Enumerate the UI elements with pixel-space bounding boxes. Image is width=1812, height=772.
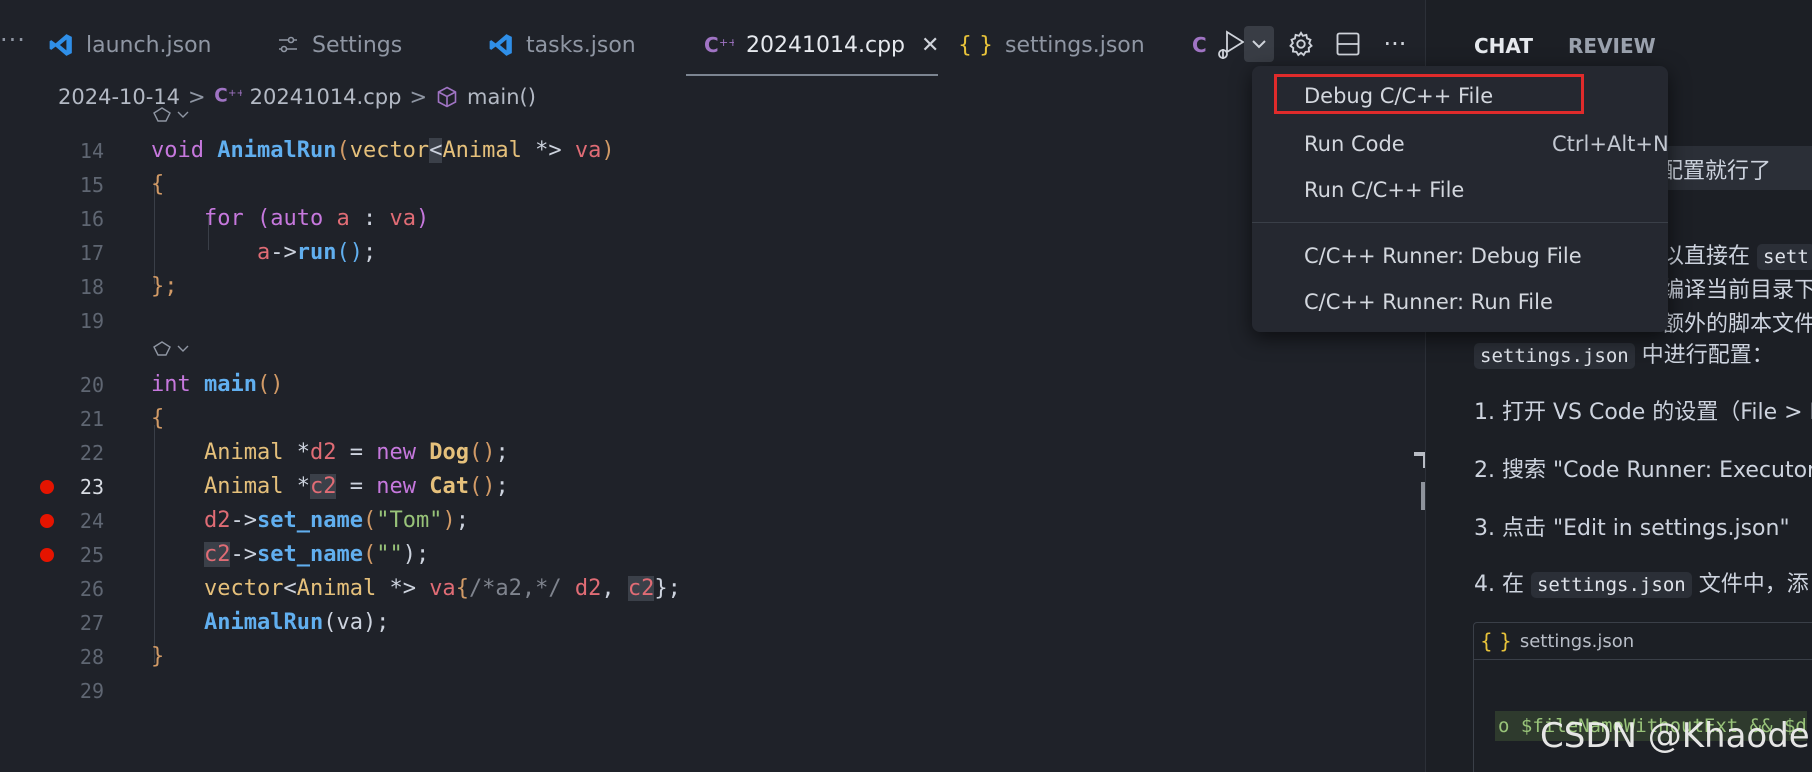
code-line: 20 int main() [0, 368, 1425, 402]
more-actions-icon[interactable]: ··· [1378, 24, 1412, 64]
tab-tasks-json[interactable]: tasks.json [488, 20, 636, 70]
chat-text: 配置就行了 [1661, 159, 1772, 184]
line-number: 14 [79, 139, 104, 163]
code-line: 29 [0, 674, 1425, 708]
code-line-current: 23 Animal *c2 = new Cat(); [0, 470, 1425, 504]
code-line: 18 }; [0, 270, 1425, 304]
line-number: 26 [79, 577, 104, 601]
svg-text:C: C [214, 85, 227, 106]
tab-settings[interactable]: Settings [276, 20, 402, 70]
tab-20241014-cpp[interactable]: C ++ 20241014.cpp ✕ [704, 20, 939, 70]
code-line: 19 [0, 304, 1425, 338]
settings-sliders-icon [276, 33, 300, 57]
code-line: 27 AnimalRun(va); [0, 606, 1425, 640]
braces-icon: { } [1480, 629, 1512, 653]
menu-item-runner-run-file[interactable]: C/C++ Runner: Run File [1304, 282, 1553, 322]
code-line: 22 Animal *d2 = new Dog(); [0, 436, 1425, 470]
breadcrumb-symbol[interactable]: main() [467, 85, 536, 109]
line-number: 20 [79, 373, 104, 397]
svg-text:++: ++ [719, 36, 734, 49]
line-number: 18 [79, 275, 104, 299]
chat-step: 1. 打开 VS Code 的设置（File > P [1474, 400, 1812, 425]
active-tab-indicator [686, 74, 938, 76]
gear-icon[interactable] [1284, 24, 1318, 64]
line-number: 28 [79, 645, 104, 669]
svg-text:++: ++ [228, 87, 242, 98]
tab-label: launch.json [86, 32, 212, 58]
code-line: 26 vector<Animal *> va{/*a2,*/ d2, c2}; [0, 572, 1425, 606]
line-number: 27 [79, 611, 104, 635]
line-number: 22 [79, 441, 104, 465]
watermark: CSDN @Khaoden [1540, 716, 1812, 756]
line-number: 17 [79, 241, 104, 265]
chat-text: 以直接在 sett [1662, 238, 1812, 270]
tab-launch-json[interactable]: launch.json [48, 20, 212, 70]
line-number: 21 [79, 407, 104, 431]
tab-overflow-cpp[interactable]: C [1192, 20, 1207, 70]
code-line: 21 { [0, 402, 1425, 436]
line-number: 29 [79, 679, 104, 703]
code-line: 25 c2->set_name(""); [0, 538, 1425, 572]
code-block-header: { } settings.json [1474, 623, 1812, 660]
cube-icon [435, 85, 459, 109]
tab-settings-json[interactable]: { } settings.json [958, 20, 1145, 70]
split-editor-icon[interactable] [1331, 24, 1365, 64]
code-line: 17 a->run(); [0, 236, 1425, 270]
code-line: 14 void AnimalRun(vector<Animal *> va) [0, 134, 1425, 168]
chat-text: settings.json 中进行配置： [1474, 337, 1774, 369]
tab-label: 20241014.cpp [746, 32, 905, 58]
editor-tab-bar: ··· launch.json Settings tasks.json C ++ … [0, 0, 1425, 88]
tab-label: tasks.json [526, 32, 636, 58]
shortcut-label: Ctrl+Alt+N [1552, 132, 1669, 156]
chevron-down-icon [177, 345, 189, 352]
chat-step: 3. 点击 "Edit in settings.json" [1474, 516, 1790, 541]
line-number: 25 [79, 543, 104, 567]
menu-item-run-code[interactable]: Run Code Ctrl+Alt+N [1304, 124, 1669, 164]
code-editor[interactable]: 14 void AnimalRun(vector<Animal *> va) 1… [0, 107, 1425, 772]
svg-text:C: C [704, 33, 719, 57]
cpp-icon: C++ [704, 33, 734, 57]
chevron-right-icon: > [409, 85, 428, 109]
vscode-icon [488, 32, 514, 58]
chevron-down-icon [177, 111, 189, 118]
code-line: 24 d2->set_name("Tom"); [0, 504, 1425, 538]
breadcrumb: 2024-10-14 > C++ 20241014.cpp > main() [58, 80, 536, 114]
menu-item-run-cpp-file[interactable]: Run C/C++ File [1304, 170, 1464, 210]
cpp-icon: C++ [214, 84, 245, 111]
code-lens[interactable] [152, 104, 192, 131]
tab-review[interactable]: REVIEW [1568, 34, 1656, 58]
tab-chat[interactable]: CHAT [1474, 34, 1533, 58]
code-lens[interactable] [152, 338, 192, 365]
codelens-icon [153, 107, 171, 122]
line-number: 24 [79, 509, 104, 533]
breadcrumb-file[interactable]: 20241014.cpp [250, 85, 402, 109]
tab-label: settings.json [1005, 32, 1145, 58]
code-block-filename: settings.json [1519, 630, 1635, 652]
chat-text: 额外的脚本文件 [1662, 312, 1812, 337]
code-line: 15 { [0, 168, 1425, 202]
chevron-down-icon [1252, 40, 1266, 49]
annotation-highlight-box [1274, 74, 1584, 114]
codelens-icon [153, 341, 171, 356]
line-number: 16 [79, 207, 104, 231]
cpp-icon: C [1192, 33, 1207, 57]
line-number: 23 [79, 475, 104, 499]
line-number: 19 [79, 309, 104, 333]
tab-label: Settings [312, 32, 403, 58]
code-line: 28 } [0, 640, 1425, 674]
chat-step: 2. 搜索 "Code Runner: Executor M [1474, 458, 1812, 483]
code-line: 16 for (auto a : va) [0, 202, 1425, 236]
braces-icon: { } [958, 32, 993, 58]
run-debug-icon[interactable] [1214, 24, 1248, 64]
tabs-overflow-dots[interactable]: ··· [0, 26, 26, 54]
menu-separator [1252, 222, 1668, 223]
line-number: 15 [79, 173, 104, 197]
chat-text: 编译当前目录下 [1662, 278, 1812, 303]
vscode-icon [48, 32, 74, 58]
run-dropdown-button[interactable] [1244, 26, 1274, 62]
chat-step: 4. 在 settings.json 文件中，添 [1474, 572, 1809, 598]
menu-item-runner-debug-file[interactable]: C/C++ Runner: Debug File [1304, 236, 1582, 276]
close-icon[interactable]: ✕ [921, 33, 939, 58]
